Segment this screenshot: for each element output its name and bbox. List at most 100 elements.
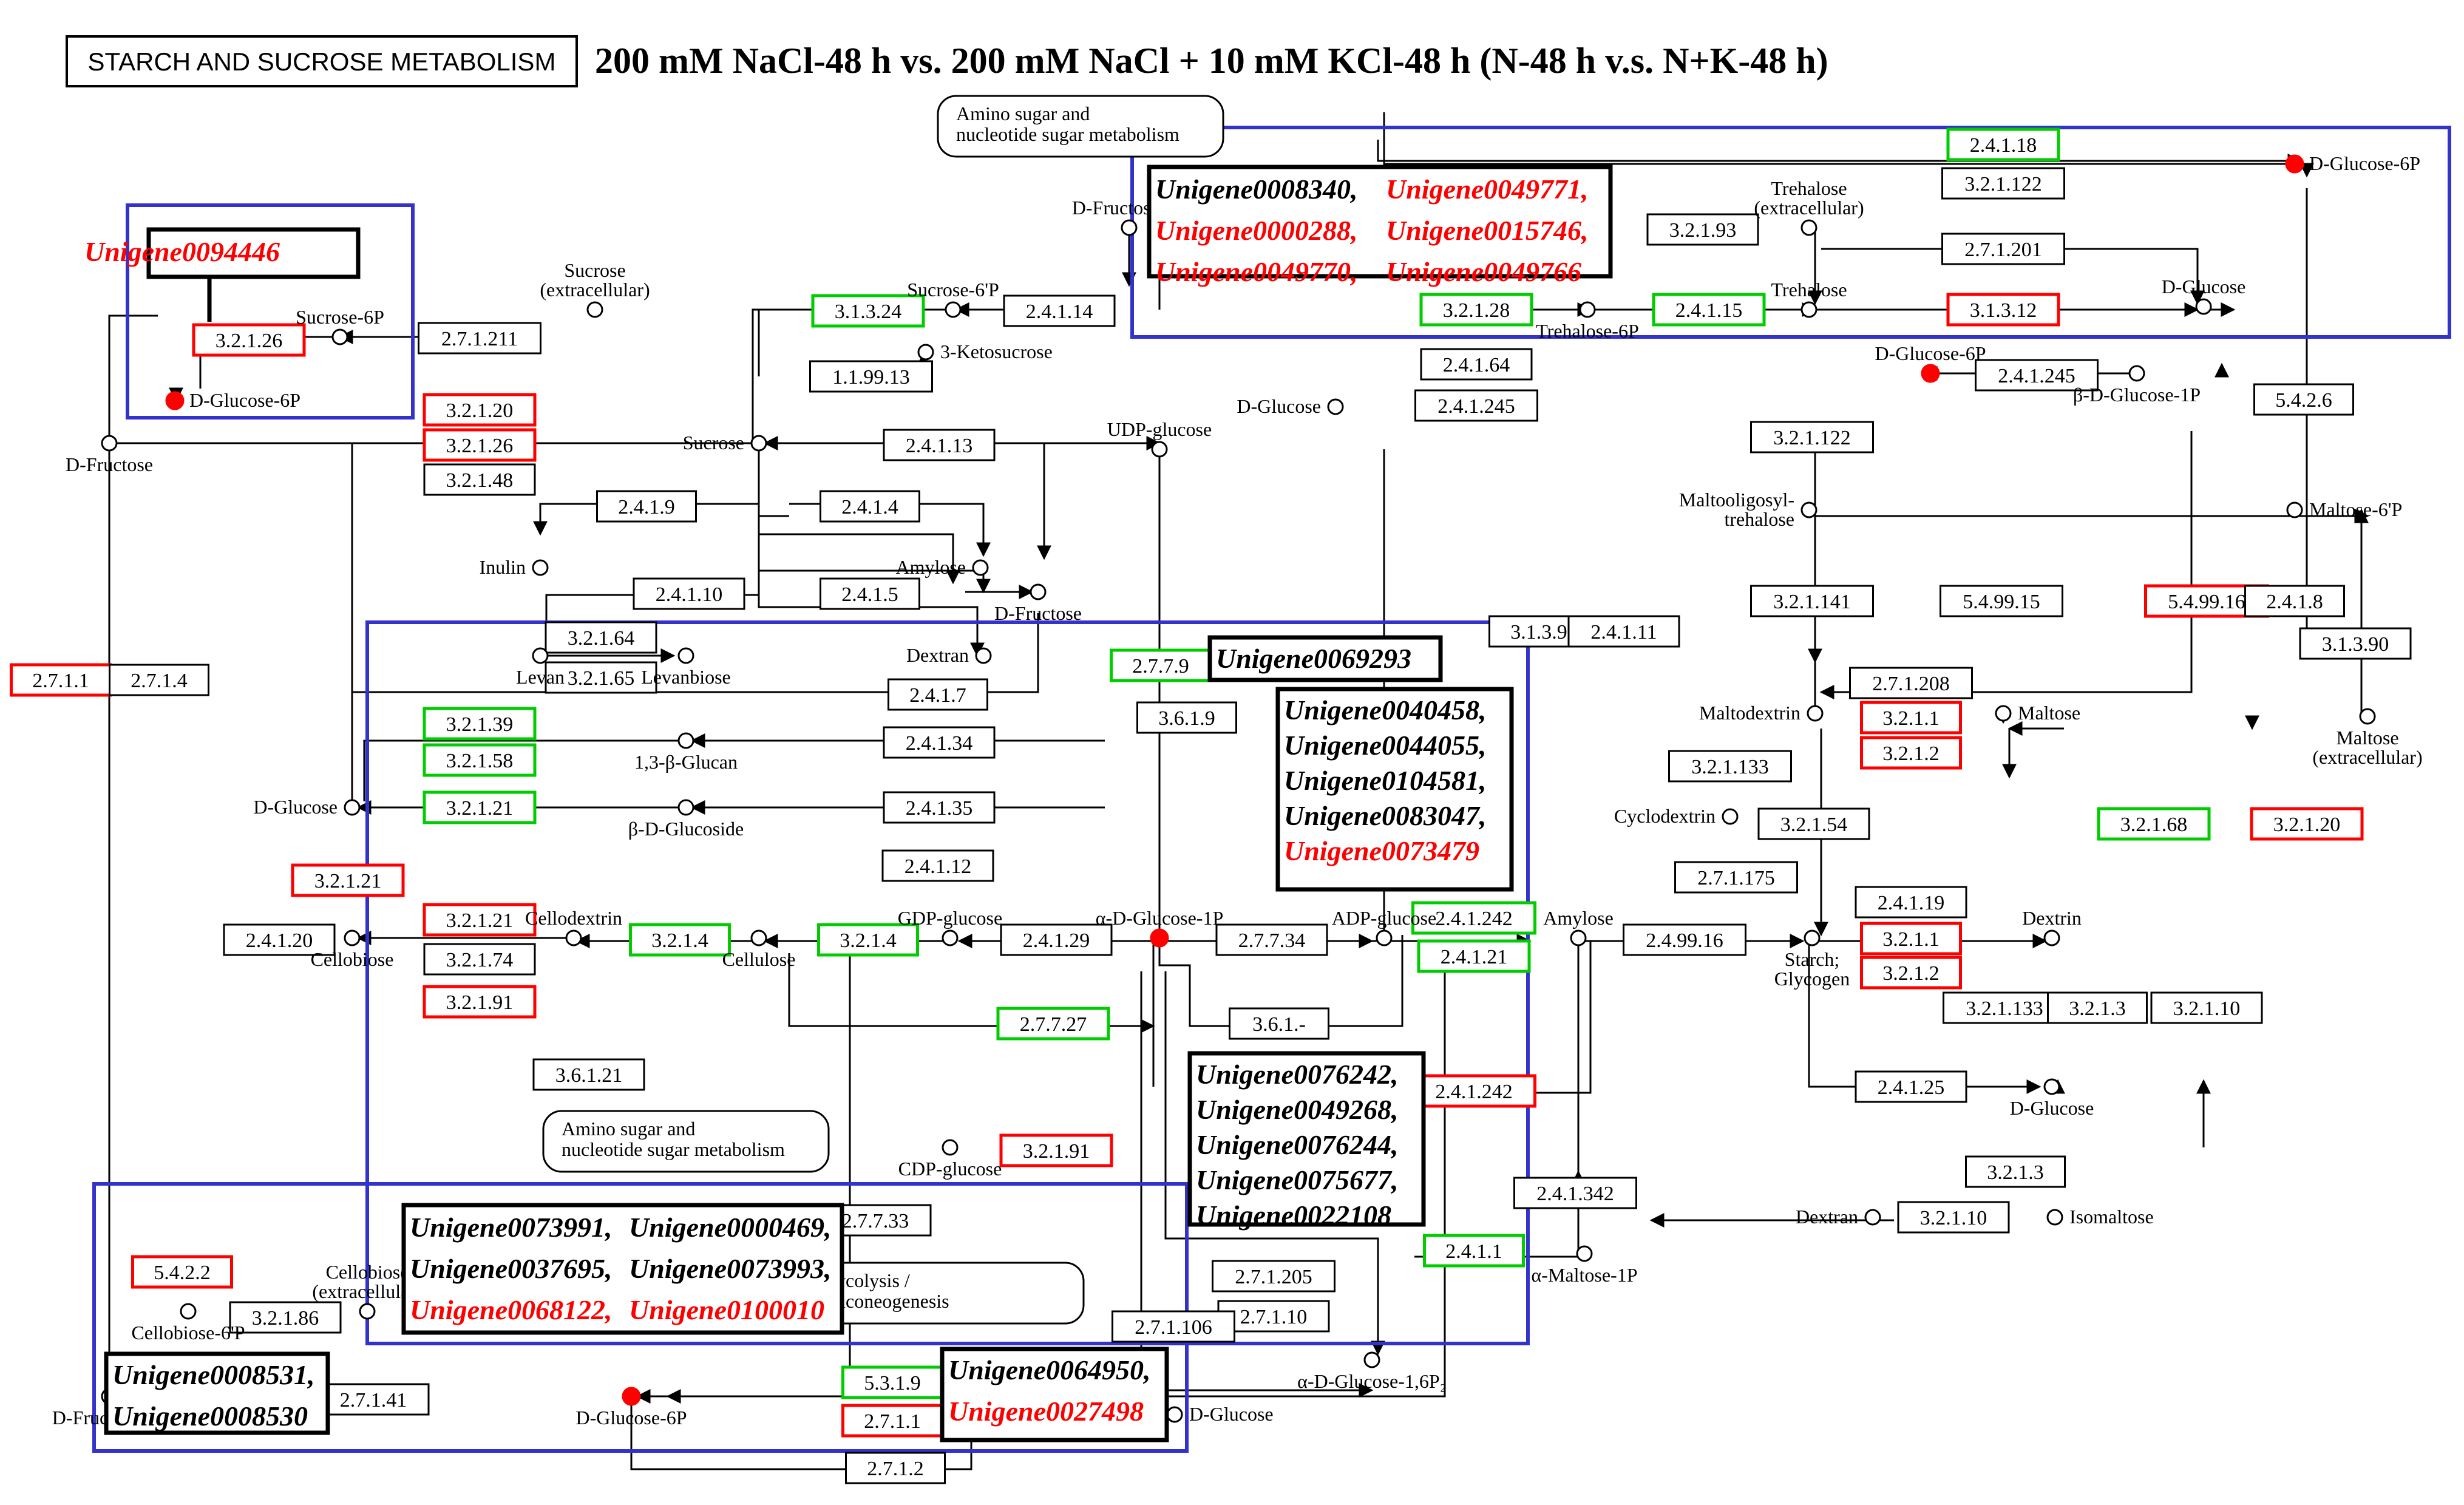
compound-starch[interactable]: Starch;Glycogen: [1774, 929, 1850, 990]
enzyme-box[interactable]: 3.2.1.93: [1646, 213, 1759, 246]
compound-cellodextrin[interactable]: Cellodextrin: [525, 907, 622, 946]
enzyme-box[interactable]: 2.4.1.14: [1003, 294, 1116, 327]
enzyme-box[interactable]: 2.4.1.25: [1855, 1070, 1967, 1103]
compound-maltodextrin[interactable]: Maltodextrin: [1699, 702, 1824, 724]
enzyme-box[interactable]: 2.4.1.13: [883, 429, 996, 461]
compound-adglc16p[interactable]: α-D-Glucose-1,6P₂: [1297, 1351, 1447, 1392]
compound-suc6p_left[interactable]: Sucrose-6P: [296, 306, 384, 345]
enzyme-box[interactable]: 2.4.1.18: [1946, 127, 2060, 161]
enzyme-box[interactable]: 3.2.1.68: [2097, 807, 2211, 841]
enzyme-box[interactable]: 5.4.99.15: [1940, 585, 2063, 617]
enzyme-box[interactable]: 3.2.1.54: [1757, 807, 1870, 840]
compound-trehalose_ex[interactable]: Trehalose(extracellular): [1754, 177, 1864, 236]
compound-cdpglc[interactable]: CDP-glucose: [898, 1139, 1002, 1180]
compound-ketosuc[interactable]: 3-Ketosucrose: [917, 341, 1053, 362]
enzyme-box[interactable]: 2.4.1.64: [1420, 348, 1533, 381]
compound-dglc_tr[interactable]: D-Glucose: [2162, 276, 2246, 315]
compound-trehalose[interactable]: Trehalose: [1771, 279, 1847, 318]
compound-dextrin[interactable]: Dextrin: [2022, 907, 2082, 946]
enzyme-box[interactable]: 3.1.3.12: [1946, 293, 2060, 327]
enzyme-box[interactable]: 3.2.1.133: [1668, 750, 1792, 783]
enzyme-box[interactable]: 3.2.1.122: [1750, 421, 1874, 454]
compound-maltose[interactable]: Maltose: [1995, 702, 2080, 724]
enzyme-box[interactable]: 2.7.1.1: [10, 663, 112, 697]
enzyme-box[interactable]: 2.4.1.4: [820, 490, 920, 523]
compound-dglc_left[interactable]: D-Glucose: [253, 796, 361, 818]
compound-dglc6p_mid[interactable]: D-Glucose-6P: [1875, 342, 1986, 383]
enzyme-box[interactable]: 3.2.1.10: [1897, 1201, 2010, 1234]
enzyme-box[interactable]: 2.7.7.34: [1215, 923, 1328, 956]
enzyme-box[interactable]: 2.7.1.2: [845, 1452, 946, 1484]
enzyme-box[interactable]: 5.4.2.2: [131, 1255, 233, 1289]
enzyme-box[interactable]: 2.7.1.1: [841, 1404, 943, 1438]
enzyme-box[interactable]: 2.4.1.8: [2244, 585, 2345, 617]
enzyme-box[interactable]: 2.7.1.175: [1674, 861, 1798, 894]
enzyme-box[interactable]: 3.2.1.74: [423, 943, 536, 976]
enzyme-box[interactable]: 3.2.1.1: [1860, 701, 1962, 735]
compound-b13glucan[interactable]: 1,3-β-Glucan: [634, 732, 738, 773]
enzyme-box[interactable]: 3.2.1.21: [423, 903, 537, 937]
compound-amylose_r[interactable]: Amylose: [1543, 907, 1614, 946]
enzyme-box[interactable]: 2.7.1.211: [418, 322, 541, 355]
enzyme-box[interactable]: 2.4.1.9: [596, 490, 697, 523]
enzyme-box[interactable]: 3.6.1.21: [532, 1058, 645, 1091]
enzyme-box[interactable]: 3.2.1.64: [545, 621, 657, 654]
enzyme-box[interactable]: 3.2.1.39: [423, 707, 537, 741]
compound-dfruc_mid[interactable]: D-Fructose: [994, 583, 1082, 624]
compound-sucrose_ex[interactable]: Sucrose(extracellular): [540, 259, 650, 318]
enzyme-box[interactable]: 2.4.1.21: [1417, 939, 1531, 973]
compound-amino1[interactable]: Amino sugar andnucleotide sugar metaboli…: [937, 95, 1224, 158]
compound-trehalose6p[interactable]: Trehalose-6P: [1536, 301, 1639, 342]
enzyme-box[interactable]: 3.2.1.3: [2047, 991, 2148, 1024]
enzyme-box[interactable]: 3.2.1.4: [817, 923, 919, 957]
enzyme-box[interactable]: 5.3.1.9: [841, 1365, 943, 1399]
enzyme-box[interactable]: 3.2.1.2: [1860, 956, 1962, 990]
enzyme-box[interactable]: 2.4.1.1: [1423, 1234, 1525, 1268]
enzyme-box[interactable]: 3.6.1.9: [1136, 701, 1237, 734]
enzyme-box[interactable]: 3.2.1.3: [1965, 1155, 2066, 1188]
compound-isomaltose[interactable]: Isomaltose: [2046, 1206, 2154, 1228]
compound-maltose6p[interactable]: Maltose-6'P: [2286, 498, 2402, 520]
enzyme-box[interactable]: 3.2.1.122: [1941, 167, 2065, 200]
compound-dglc_bottom[interactable]: D-Glucose: [1166, 1403, 1274, 1425]
enzyme-box[interactable]: 3.2.1.86: [229, 1301, 342, 1334]
enzyme-box[interactable]: 2.4.99.16: [1623, 923, 1746, 956]
enzyme-box[interactable]: 2.4.1.11: [1567, 615, 1680, 648]
enzyme-box[interactable]: 3.2.1.91: [999, 1133, 1113, 1167]
enzyme-box[interactable]: 2.7.1.208: [1849, 667, 1973, 699]
enzyme-box[interactable]: 2.4.1.34: [883, 726, 996, 759]
enzyme-box[interactable]: 2.4.1.12: [881, 849, 994, 882]
enzyme-box[interactable]: 3.2.1.20: [423, 393, 537, 427]
enzyme-box[interactable]: 3.2.1.10: [2150, 991, 2263, 1024]
enzyme-box[interactable]: 2.4.1.19: [1855, 886, 1967, 919]
enzyme-box[interactable]: 2.4.1.5: [820, 577, 920, 610]
enzyme-box[interactable]: 2.7.7.9: [1110, 648, 1212, 682]
enzyme-box[interactable]: 2.4.1.242: [1411, 1074, 1536, 1108]
compound-maltose_ex[interactable]: Maltose(extracellular): [2312, 708, 2423, 768]
enzyme-box[interactable]: 3.2.1.2: [1860, 736, 1962, 770]
enzyme-box[interactable]: 2.4.1.15: [1652, 293, 1766, 327]
enzyme-box[interactable]: 2.7.7.27: [996, 1007, 1110, 1041]
enzyme-box[interactable]: 3.2.1.28: [1419, 293, 1533, 327]
enzyme-box[interactable]: 5.4.2.6: [2253, 383, 2354, 416]
gene-box-g3[interactable]: Unigene0069293: [1207, 635, 1443, 682]
enzyme-box[interactable]: 3.2.1.48: [423, 463, 536, 496]
enzyme-box[interactable]: 3.2.1.91: [423, 985, 537, 1019]
enzyme-box[interactable]: 3.1.3.90: [2299, 627, 2412, 660]
enzyme-box[interactable]: 3.2.1.21: [423, 790, 537, 824]
enzyme-box[interactable]: 2.4.1.342: [1513, 1177, 1637, 1209]
enzyme-box[interactable]: 2.4.1.245: [1414, 389, 1538, 422]
enzyme-box[interactable]: 3.2.1.20: [2250, 807, 2364, 841]
compound-cellobiose6p[interactable]: Cellobiose-6'P: [131, 1303, 245, 1344]
gene-box-g8[interactable]: Unigene0008531, Unigene0008530: [104, 1351, 330, 1435]
enzyme-box[interactable]: 3.2.1.1: [1860, 922, 1962, 956]
compound-udpglc[interactable]: UDP-glucose: [1107, 418, 1212, 458]
enzyme-box[interactable]: 3.2.1.21: [291, 863, 405, 897]
enzyme-box[interactable]: 2.7.1.205: [1212, 1260, 1336, 1293]
gene-box-g2[interactable]: Unigene0008340, Unigene0049771, Unigene000…: [1147, 165, 1613, 287]
gene-box-g7[interactable]: Unigene0064950, Unigene0027498: [940, 1347, 1169, 1442]
enzyme-box[interactable]: 3.2.1.4: [629, 923, 731, 957]
compound-amino2[interactable]: Amino sugar andnucleotide sugar metaboli…: [542, 1110, 830, 1173]
compound-cyclodextrin[interactable]: Cyclodextrin: [1614, 805, 1739, 827]
enzyme-box[interactable]: 3.6.1.-: [1229, 1007, 1329, 1040]
